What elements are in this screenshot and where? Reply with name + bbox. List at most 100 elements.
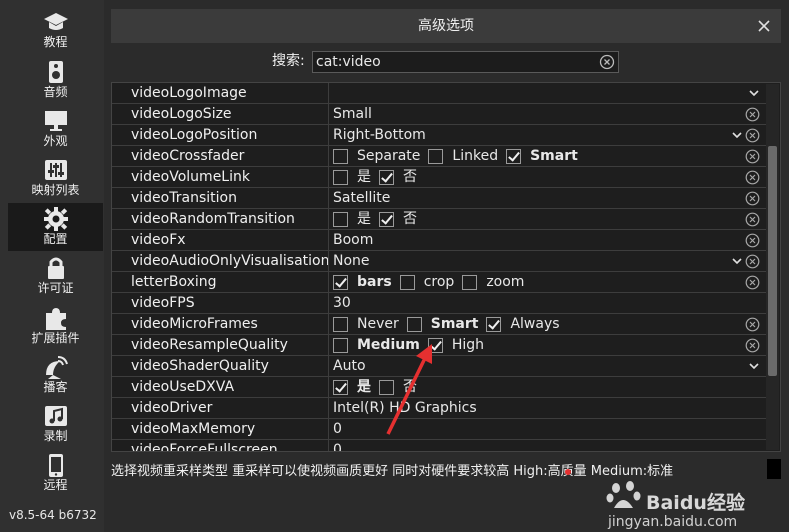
option-label: bars	[357, 274, 392, 290]
option-value-cell[interactable]	[330, 83, 767, 104]
scrollbar-thumb[interactable]	[768, 146, 777, 376]
reset-icon[interactable]	[745, 149, 760, 164]
option-name: videoMicroFrames	[112, 314, 329, 335]
sidebar-item-label: 教程	[43, 35, 68, 49]
checked-checkbox[interactable]	[506, 148, 522, 164]
reset-icon[interactable]	[745, 317, 760, 332]
option-name: videoMaxMemory	[112, 419, 329, 440]
reset-icon[interactable]	[745, 170, 760, 185]
option-row[interactable]: videoTransition Satellite	[112, 188, 767, 209]
sidebar-item-5[interactable]: 许可证	[8, 252, 103, 300]
option-choice[interactable]: Smart	[406, 314, 478, 334]
clear-search-icon[interactable]	[599, 54, 615, 70]
option-choice[interactable]: zoom	[462, 272, 524, 292]
option-row[interactable]: videoFPS 30	[112, 293, 767, 314]
option-choice[interactable]: Linked	[428, 146, 498, 166]
option-choice[interactable]: 是	[333, 377, 371, 397]
option-value-cell[interactable]: 30	[330, 293, 767, 314]
checkbox[interactable]	[333, 316, 348, 332]
reset-icon[interactable]	[745, 191, 760, 206]
sidebar-item-9[interactable]: 远程	[8, 449, 103, 497]
checkbox[interactable]	[333, 211, 348, 227]
checkbox[interactable]	[333, 169, 348, 185]
option-choice[interactable]: Separate	[333, 146, 420, 166]
option-value-cell[interactable]: bars crop zoom	[330, 272, 767, 293]
option-value-cell[interactable]: Never Smart Always	[330, 314, 767, 335]
option-choice[interactable]: Never	[333, 314, 399, 334]
option-value-cell[interactable]: None	[330, 251, 767, 272]
sidebar-item-2[interactable]: 外观	[8, 105, 103, 153]
option-choice[interactable]: crop	[399, 272, 454, 292]
option-value-cell[interactable]: 是否	[330, 167, 767, 188]
option-row[interactable]: videoMicroFrames Never Smart Always	[112, 314, 767, 335]
option-row[interactable]: letterBoxing bars crop zoom	[112, 272, 767, 293]
option-label: 否	[403, 169, 417, 185]
option-value-cell[interactable]: 0	[330, 440, 767, 451]
dialog-header: 高级选项	[111, 9, 781, 43]
option-choice[interactable]: 是	[333, 209, 371, 229]
option-value-cell[interactable]: Boom	[330, 230, 767, 251]
option-value-cell[interactable]: Satellite	[330, 188, 767, 209]
search-field[interactable]	[312, 51, 619, 73]
option-value-cell[interactable]: Separate Linked Smart	[330, 146, 767, 167]
checkbox[interactable]	[428, 148, 444, 164]
option-row[interactable]: videoFx Boom	[112, 230, 767, 251]
dropdown-arrow-icon[interactable]	[749, 89, 759, 97]
option-name: videoTransition	[112, 188, 329, 209]
option-label: 否	[403, 211, 417, 227]
checked-checkbox[interactable]	[379, 169, 394, 185]
checkbox[interactable]	[333, 337, 348, 353]
option-row[interactable]: videoLogoImage	[112, 83, 767, 104]
sidebar-item-4[interactable]: 配置	[8, 203, 103, 251]
sidebar-item-3[interactable]: 映射列表	[8, 154, 103, 202]
option-row[interactable]: videoLogoSize Small	[112, 104, 767, 125]
reset-icon[interactable]	[745, 107, 760, 122]
option-choice[interactable]: 否	[379, 209, 417, 229]
reset-icon[interactable]	[745, 338, 760, 353]
option-choice[interactable]: 是	[333, 167, 371, 187]
search-input[interactable]	[316, 52, 596, 72]
reset-icon[interactable]	[745, 233, 760, 248]
reset-icon[interactable]	[745, 275, 760, 290]
dropdown-arrow-icon[interactable]	[732, 131, 742, 139]
checkbox[interactable]	[399, 274, 415, 290]
option-value-cell[interactable]: 是否	[330, 209, 767, 230]
checkbox[interactable]	[406, 316, 422, 332]
sliders-icon	[43, 158, 69, 182]
sidebar-item-0[interactable]: 教程	[8, 6, 103, 54]
reset-icon[interactable]	[745, 254, 760, 269]
reset-icon[interactable]	[745, 128, 760, 143]
checked-checkbox[interactable]	[333, 274, 348, 290]
option-row[interactable]: videoLogoPosition Right-Bottom	[112, 125, 767, 146]
checked-checkbox[interactable]	[333, 379, 348, 395]
option-choice[interactable]: Always	[486, 314, 560, 334]
option-value-cell[interactable]: Right-Bottom	[330, 125, 767, 146]
sidebar-item-6[interactable]: 扩展插件	[8, 302, 103, 350]
option-row[interactable]: videoRandomTransition 是否	[112, 209, 767, 230]
option-row[interactable]: videoAudioOnlyVisualisation None	[112, 251, 767, 272]
option-row[interactable]: videoCrossfader Separate Linked Smart	[112, 146, 767, 167]
sidebar-item-7[interactable]: 播客	[8, 351, 103, 399]
sidebar-item-label: 音频	[43, 85, 68, 99]
dropdown-arrow-icon[interactable]	[749, 362, 759, 370]
hint-text: 选择视频重采样类型 重采样可以使视频画质更好 同时对硬件要求较高 High:高质…	[111, 464, 674, 479]
checkbox[interactable]	[333, 148, 348, 164]
reset-icon[interactable]	[745, 212, 760, 227]
sidebar-item-8[interactable]: 录制	[8, 400, 103, 448]
option-choice[interactable]: bars	[333, 272, 392, 292]
option-row[interactable]: videoVolumeLink 是否	[112, 167, 767, 188]
option-value-cell[interactable]: Small	[330, 104, 767, 125]
option-name: videoLogoImage	[112, 83, 329, 104]
option-choice[interactable]: Smart	[506, 146, 578, 166]
close-button[interactable]	[755, 17, 773, 35]
dropdown-arrow-icon[interactable]	[732, 257, 742, 265]
checked-checkbox[interactable]	[379, 211, 394, 227]
checked-checkbox[interactable]	[486, 316, 502, 332]
option-choice[interactable]: 否	[379, 167, 417, 187]
grid-scrollbar[interactable]	[766, 84, 779, 450]
checkbox[interactable]	[462, 274, 478, 290]
sidebar-item-1[interactable]: 音频	[8, 56, 103, 104]
option-row[interactable]: videoForceFullscreen 0	[112, 440, 767, 451]
sidebar-item-label: 播客	[43, 380, 68, 394]
option-name: videoForceFullscreen	[112, 440, 329, 451]
